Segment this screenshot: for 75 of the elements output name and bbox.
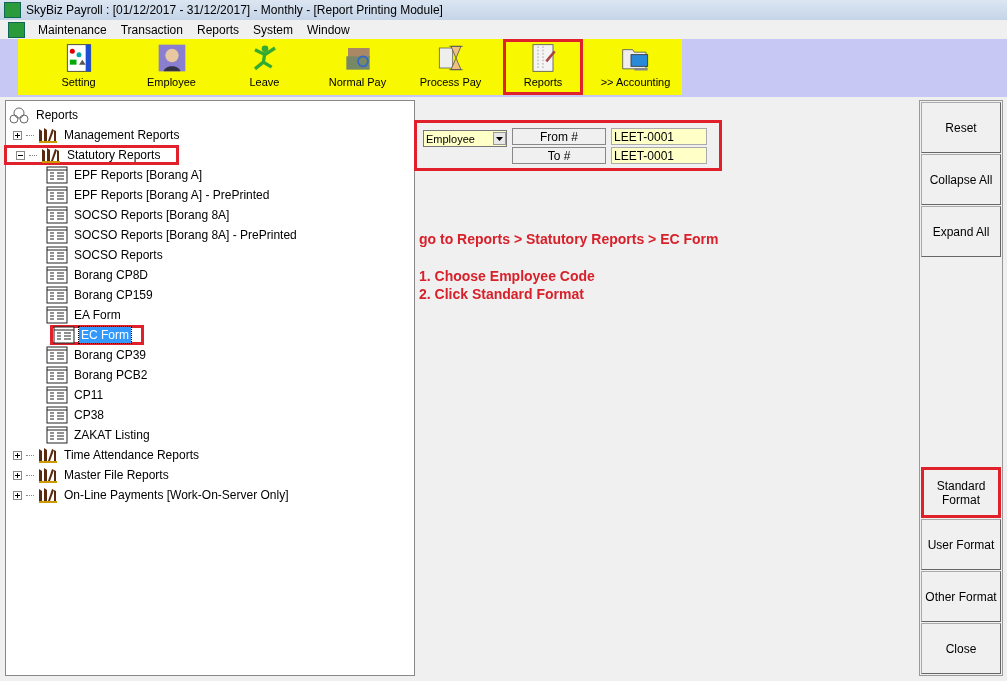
- window-title: SkyBiz Payroll : [01/12/2017 - 31/12/2017] - Monthly - [Report Printing Module]: [26, 3, 443, 17]
- toolbar-button[interactable]: Employee: [125, 39, 218, 95]
- app-logo-icon: [8, 21, 25, 38]
- tree-item[interactable]: ZAKAT Listing: [72, 427, 152, 443]
- report-document-icon: [46, 266, 68, 284]
- tree-item[interactable]: CP11: [72, 387, 106, 403]
- instruction-text: 1. Choose Employee Code: [419, 267, 596, 285]
- report-document-icon: [46, 246, 68, 264]
- tree-item[interactable]: EPF Reports [Borang A] - PrePrinted: [72, 187, 272, 203]
- toolbar-button[interactable]: Setting: [32, 39, 125, 95]
- menu-item[interactable]: Reports: [189, 22, 246, 37]
- instruction-text: go to Reports > Statutory Reports > EC Form: [419, 231, 720, 247]
- menu-item[interactable]: Maintenance: [31, 22, 114, 37]
- report-document-icon: [46, 206, 68, 224]
- caret-icon: [496, 136, 503, 141]
- tree-item[interactable]: SOCSO Reports: [72, 247, 165, 263]
- report-document-icon: [53, 326, 75, 344]
- toolbar-button[interactable]: Process Pay: [404, 39, 497, 95]
- instruction-text: 2. Click Standard Format: [419, 285, 585, 303]
- side-button[interactable]: Other Format: [921, 571, 1001, 622]
- expand-icon[interactable]: [13, 450, 22, 460]
- tree-item[interactable]: Management Reports: [62, 127, 182, 143]
- toolbar-button[interactable]: >> Accounting: [589, 39, 682, 95]
- tree-item[interactable]: Borang PCB2: [72, 367, 150, 383]
- report-document-icon: [46, 426, 68, 444]
- books-icon: [41, 146, 61, 164]
- expand-icon[interactable]: [13, 490, 22, 500]
- to-button[interactable]: To #: [512, 147, 606, 164]
- menu-item[interactable]: Transaction: [113, 22, 190, 37]
- tree-item[interactable]: SOCSO Reports [Borang 8A]: [72, 207, 232, 223]
- tree-item[interactable]: EPF Reports [Borang A]: [72, 167, 205, 183]
- report-document-icon: [46, 226, 68, 244]
- toolbar-button[interactable]: Reports: [503, 39, 583, 95]
- side-button[interactable]: Reset: [921, 102, 1001, 153]
- books-icon: [38, 446, 58, 464]
- tree-item[interactable]: Borang CP159: [72, 287, 155, 303]
- expand-icon[interactable]: [13, 130, 22, 140]
- side-button[interactable]: Standard Format: [921, 467, 1001, 518]
- tree-item[interactable]: CP38: [72, 407, 107, 423]
- tree-item[interactable]: EA Form: [72, 307, 123, 323]
- menu-item[interactable]: Window: [300, 22, 357, 37]
- report-document-icon: [46, 186, 68, 204]
- report-document-icon: [46, 346, 68, 364]
- toolbar-button[interactable]: Normal Pay: [311, 39, 404, 95]
- report-document-icon: [46, 386, 68, 404]
- tree-item[interactable]: On-Line Payments [Work-On-Server Only]: [62, 487, 291, 503]
- employee-dropdown[interactable]: Employee: [423, 130, 507, 147]
- tree-item[interactable]: Master File Reports: [62, 467, 171, 483]
- collapse-icon[interactable]: [16, 150, 25, 160]
- report-document-icon: [46, 306, 68, 324]
- books-icon: [38, 466, 58, 484]
- menu-item[interactable]: System: [246, 22, 300, 37]
- to-field[interactable]: LEET-0001: [611, 147, 707, 164]
- tree-item[interactable]: Borang CP39: [72, 347, 149, 363]
- report-document-icon: [46, 286, 68, 304]
- tree-item[interactable]: Statutory Reports: [65, 147, 163, 163]
- side-button[interactable]: Collapse All: [921, 154, 1001, 205]
- books-icon: [38, 126, 58, 144]
- expand-icon[interactable]: [13, 470, 22, 480]
- tree-item[interactable]: SOCSO Reports [Borang 8A] - PrePrinted: [72, 227, 299, 243]
- books-icon: [38, 486, 58, 504]
- app-logo-icon: [4, 2, 21, 18]
- toolbar-button[interactable]: Leave: [218, 39, 311, 95]
- side-button[interactable]: Close: [921, 623, 1001, 674]
- tree-root-label[interactable]: Reports: [34, 107, 81, 123]
- report-document-icon: [46, 366, 68, 384]
- report-document-icon: [46, 166, 68, 184]
- reports-tree-icon: [8, 106, 30, 124]
- from-button[interactable]: From #: [512, 128, 606, 145]
- side-button[interactable]: Expand All: [921, 206, 1001, 257]
- report-document-icon: [46, 406, 68, 424]
- from-field[interactable]: LEET-0001: [611, 128, 707, 145]
- tree-item[interactable]: Time Attendance Reports: [62, 447, 201, 463]
- tree-item[interactable]: Borang CP8D: [72, 267, 151, 283]
- side-button[interactable]: User Format: [921, 519, 1001, 570]
